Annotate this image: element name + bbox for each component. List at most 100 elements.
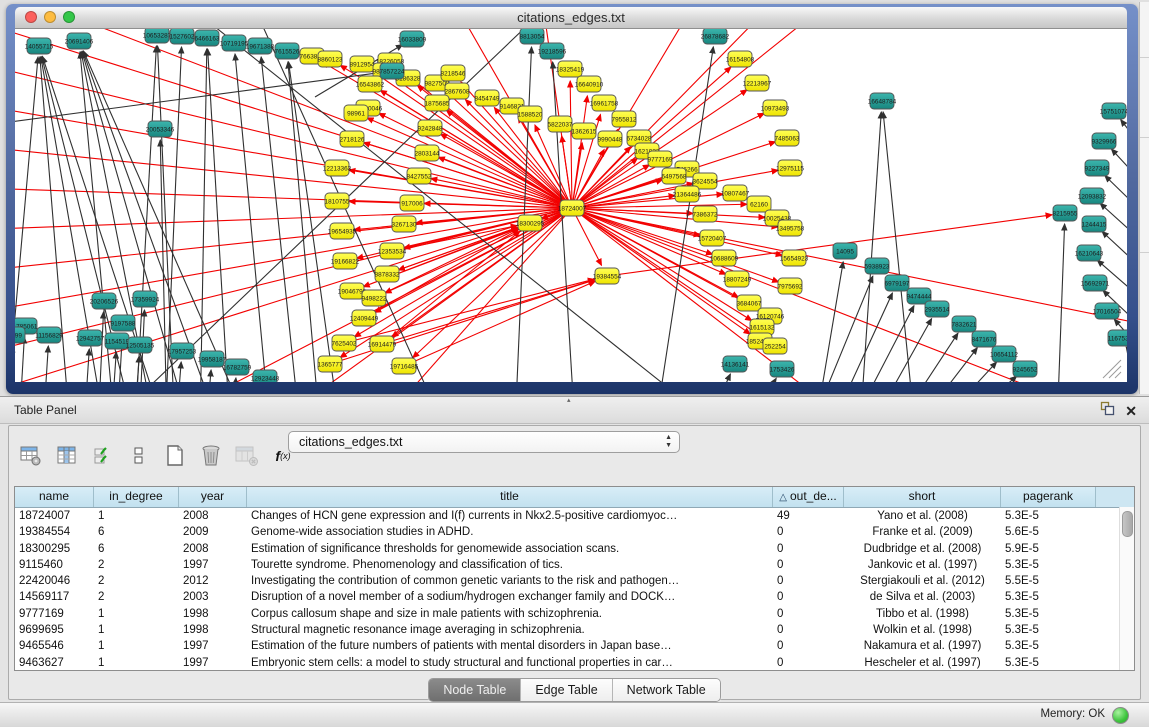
resize-grip-icon[interactable] bbox=[1109, 366, 1121, 378]
graph-node-10807467[interactable]: 10807467 bbox=[721, 185, 750, 201]
table-row[interactable]: 977716911998Corpus callosum shape and si… bbox=[15, 606, 1134, 622]
graph-node-252254[interactable]: 252254 bbox=[763, 338, 787, 354]
graph-node-19166822[interactable]: 19166822 bbox=[331, 253, 360, 269]
graph-node-8813054[interactable]: 8813054 bbox=[520, 29, 545, 44]
graph-node-8878332[interactable]: 8878332 bbox=[375, 266, 400, 282]
black-edge[interactable] bbox=[1111, 149, 1127, 207]
graph-node-26878682[interactable]: 26878682 bbox=[701, 29, 730, 44]
table-row[interactable]: 946554611997Estimation of the future num… bbox=[15, 638, 1134, 654]
graph-node-7975692[interactable]: 7975692 bbox=[778, 278, 803, 294]
graph-node-8218546[interactable]: 8218546 bbox=[441, 65, 466, 81]
table-row[interactable]: 1830029562008Estimation of significance … bbox=[15, 541, 1134, 557]
graph-node-18807249[interactable]: 18807249 bbox=[723, 271, 752, 287]
black-edge[interactable] bbox=[1100, 203, 1127, 262]
graph-node-10654112[interactable]: 10654112 bbox=[990, 346, 1018, 362]
black-edge[interactable] bbox=[515, 47, 532, 382]
graph-node-16961758[interactable]: 16961758 bbox=[590, 95, 619, 111]
graph-node-17016504[interactable]: 17016504 bbox=[1093, 303, 1122, 319]
graph-node-15720407[interactable]: 15720407 bbox=[698, 230, 727, 246]
tab-network-table[interactable]: Network Table bbox=[613, 679, 720, 701]
graph-node-8860123[interactable]: 8860123 bbox=[318, 51, 343, 67]
graph-node-6466163[interactable]: 6466163 bbox=[195, 30, 220, 46]
graph-node-10653287[interactable]: 10653287 bbox=[143, 29, 172, 43]
graph-node-2718126[interactable]: 2718126 bbox=[340, 131, 365, 147]
graph-node-21364486[interactable]: 21364486 bbox=[673, 186, 702, 202]
black-edge[interactable] bbox=[1114, 319, 1127, 377]
black-edge[interactable] bbox=[815, 262, 843, 382]
float-panel-icon[interactable] bbox=[1100, 401, 1115, 421]
graph-node-10688609[interactable]: 10688609 bbox=[710, 250, 739, 266]
black-edge[interactable] bbox=[705, 374, 730, 382]
graph-node-9990448[interactable]: 9990448 bbox=[598, 131, 623, 147]
graph-node-18300295[interactable]: 18300295 bbox=[516, 215, 545, 231]
black-edge[interactable] bbox=[289, 62, 340, 382]
graph-node-1365777[interactable]: 1365777 bbox=[318, 356, 343, 372]
graph-node-15751074[interactable]: 15751074 bbox=[1100, 103, 1127, 119]
graph-node-16914479[interactable]: 16914479 bbox=[368, 336, 397, 352]
graph-node-17359924[interactable]: 17359924 bbox=[131, 291, 160, 307]
graph-node-15692971[interactable]: 15692971 bbox=[1081, 275, 1110, 291]
black-edge[interactable] bbox=[810, 276, 873, 382]
graph-node-12505135[interactable]: 12505135 bbox=[126, 337, 155, 353]
graph-node-1167533[interactable]: 1167533 bbox=[1108, 330, 1127, 346]
graph-node-19716485[interactable]: 19716485 bbox=[390, 358, 419, 374]
graph-node-9498222[interactable]: 9498222 bbox=[362, 290, 387, 306]
graph-node-2803144[interactable]: 2803144 bbox=[415, 145, 440, 161]
graph-node-98961[interactable]: 98961 bbox=[344, 105, 368, 121]
black-edge[interactable] bbox=[84, 349, 89, 382]
close-panel-icon[interactable]: ✕ bbox=[1125, 402, 1137, 420]
column-header-name[interactable]: name bbox=[15, 487, 94, 507]
graph-node-8454749[interactable]: 8454749 bbox=[475, 90, 500, 106]
graph-node-1362615[interactable]: 1362615 bbox=[572, 123, 597, 139]
column-header-year[interactable]: year bbox=[179, 487, 247, 507]
graph-node-5822037[interactable]: 5822037 bbox=[548, 116, 573, 132]
memory-status-icon[interactable] bbox=[1112, 707, 1129, 724]
red-edge[interactable] bbox=[379, 113, 572, 208]
graph-node-14136141[interactable]: 14136141 bbox=[721, 356, 750, 372]
graph-node-16782759[interactable]: 16782759 bbox=[223, 359, 252, 375]
black-edge[interactable] bbox=[1126, 347, 1127, 382]
graph-node-12213967[interactable]: 12213967 bbox=[743, 75, 772, 91]
black-edge[interactable] bbox=[231, 378, 236, 382]
graph-node-9245652[interactable]: 9245652 bbox=[1013, 361, 1038, 377]
graph-node-1810755[interactable]: 1810755 bbox=[325, 193, 350, 209]
red-edge[interactable] bbox=[572, 208, 1127, 359]
graph-node-19671388[interactable]: 19671388 bbox=[246, 38, 275, 54]
graph-node-19384554[interactable]: 19384554 bbox=[593, 268, 622, 284]
graph-node-8427552[interactable]: 8427552 bbox=[407, 168, 432, 184]
graph-node-18325419[interactable]: 18325419 bbox=[556, 61, 585, 77]
network-table-select[interactable]: citations_edges.txt ▲▼ bbox=[288, 431, 680, 453]
new-table-icon[interactable] bbox=[163, 444, 187, 468]
graph-node-1753426[interactable]: 1753426 bbox=[770, 361, 795, 377]
graph-node-20053346[interactable]: 20053346 bbox=[146, 121, 175, 137]
black-edge[interactable] bbox=[883, 112, 915, 382]
red-edge[interactable] bbox=[15, 59, 572, 208]
graph-node-9329966[interactable]: 9329966 bbox=[1092, 133, 1117, 149]
graph-node-16648784[interactable]: 16648784 bbox=[868, 93, 897, 109]
table-row[interactable]: 946362711997Embryonic stem cells: a mode… bbox=[15, 655, 1134, 671]
graph-node-9227349[interactable]: 9227349 bbox=[1085, 160, 1110, 176]
black-edge[interactable] bbox=[206, 370, 211, 382]
splitter-handle-icon[interactable]: ▴ bbox=[567, 396, 571, 404]
row-select-icon[interactable] bbox=[91, 444, 115, 468]
graph-node-12975115[interactable]: 12975115 bbox=[776, 160, 804, 176]
graph-node-1527602[interactable]: 1527602 bbox=[170, 29, 195, 44]
show-columns-icon[interactable] bbox=[55, 444, 79, 468]
graph-node-9777169[interactable]: 9777169 bbox=[648, 151, 673, 167]
table-row[interactable]: 1456911722003Disruption of a novel membe… bbox=[15, 589, 1134, 605]
column-header-short[interactable]: short bbox=[844, 487, 1001, 507]
graph-node-7485063[interactable]: 7485063 bbox=[775, 130, 800, 146]
graph-node-7857224[interactable]: 7857224 bbox=[380, 63, 405, 79]
graph-node-1244415[interactable]: 1244415 bbox=[1082, 216, 1107, 232]
graph-node-1588520[interactable]: 1588520 bbox=[518, 106, 543, 122]
graph-node-15654923[interactable]: 15654923 bbox=[780, 250, 809, 266]
graph-node-6979197[interactable]: 6979197 bbox=[885, 275, 910, 291]
black-edge[interactable] bbox=[111, 352, 116, 382]
graph-node-917006[interactable]: 917006 bbox=[400, 195, 424, 211]
black-edge[interactable] bbox=[135, 46, 156, 382]
black-edge[interactable] bbox=[158, 46, 175, 382]
graph-node-7832621[interactable]: 7832621 bbox=[952, 316, 977, 332]
black-edge[interactable] bbox=[83, 51, 220, 382]
red-edge[interactable] bbox=[607, 215, 1052, 276]
tab-edge-table[interactable]: Edge Table bbox=[521, 679, 612, 701]
